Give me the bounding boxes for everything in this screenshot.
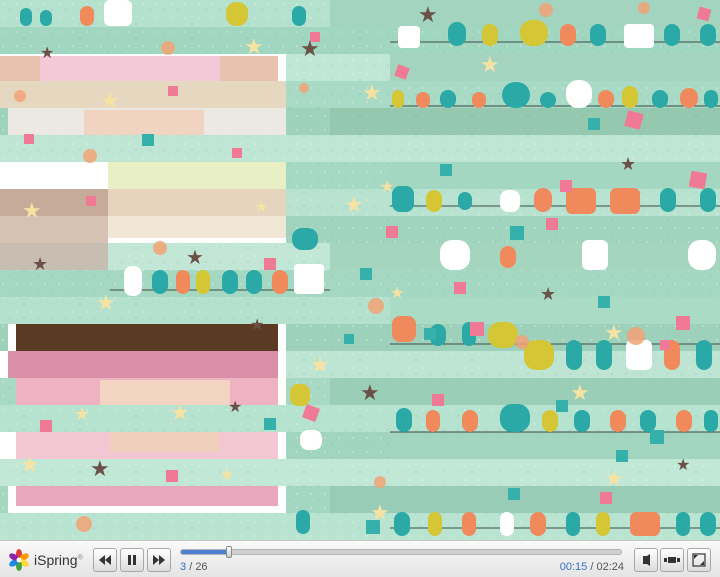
svg-text:★: ★: [540, 284, 556, 305]
svg-text:★: ★: [250, 315, 264, 334]
slide-current: 3: [180, 561, 187, 573]
volume-icon: [643, 554, 650, 566]
seek-bar-progress: [181, 550, 230, 554]
svg-text:★: ★: [362, 81, 382, 106]
svg-text:★: ★: [676, 455, 690, 474]
svg-text:★: ★: [390, 283, 404, 302]
player-control-bar: iSpring® 3 / 26 00:15 / 02:24: [0, 540, 720, 577]
svg-text:★: ★: [310, 353, 330, 378]
svg-text:★: ★: [570, 381, 590, 406]
fullscreen-button[interactable]: [687, 548, 711, 572]
slide-total: 26: [195, 561, 208, 573]
svg-text:★: ★: [604, 467, 624, 492]
next-slide-button[interactable]: [147, 548, 171, 572]
ispring-logo: iSpring®: [8, 549, 83, 571]
slide-separator: /: [189, 561, 193, 573]
brand-name: iSpring®: [34, 552, 83, 568]
slide-counter: 3 / 26: [180, 561, 208, 573]
svg-text:★: ★: [32, 254, 48, 275]
svg-text:★: ★: [170, 401, 190, 426]
svg-text:★: ★: [40, 43, 54, 62]
ispring-flower-icon: [9, 549, 29, 571]
svg-text:★: ★: [604, 321, 624, 346]
slide-stage: ★ ★ ★ ★ ★ ★ ★ ★ ★ ★ ★ ★ ★ ★ ★ ★ ★ ★ ★ ★ …: [0, 0, 720, 540]
pause-button[interactable]: [120, 548, 144, 572]
svg-text:★: ★: [418, 3, 438, 28]
svg-text:★: ★: [20, 453, 40, 478]
svg-text:★: ★: [370, 501, 390, 526]
svg-text:★: ★: [300, 37, 320, 62]
svg-text:★: ★: [186, 245, 204, 269]
pause-icon: [128, 555, 136, 565]
time-elapsed: 00:15: [559, 561, 588, 573]
seek-bar[interactable]: [180, 546, 622, 558]
layout-icon: [664, 557, 680, 563]
svg-text:★: ★: [254, 197, 268, 216]
svg-text:★: ★: [22, 199, 42, 224]
svg-text:★: ★: [380, 177, 394, 196]
brand-mark: ®: [77, 554, 83, 562]
volume-button[interactable]: [634, 548, 658, 572]
svg-text:★: ★: [344, 193, 364, 218]
brand-text: iSpring: [34, 552, 78, 568]
seek-bar-thumb[interactable]: [226, 546, 233, 558]
rewind-icon: [99, 555, 111, 565]
svg-text:★: ★: [220, 465, 234, 484]
svg-text:★: ★: [620, 154, 636, 175]
svg-text:★: ★: [244, 35, 264, 60]
svg-text:★: ★: [360, 381, 380, 406]
layout-button[interactable]: [660, 548, 684, 572]
previous-slide-button[interactable]: [93, 548, 117, 572]
fullscreen-icon: [692, 553, 706, 567]
svg-text:★: ★: [96, 291, 116, 316]
svg-text:★: ★: [100, 89, 120, 114]
photo-baby-top: [0, 54, 286, 270]
slide-transition-artwork: ★ ★ ★ ★ ★ ★ ★ ★ ★ ★ ★ ★ ★ ★ ★ ★ ★ ★ ★ ★ …: [0, 0, 720, 540]
svg-text:★: ★: [480, 53, 500, 78]
svg-text:★: ★: [74, 404, 90, 425]
fast-forward-icon: [153, 555, 165, 565]
time-separator: /: [590, 561, 594, 573]
svg-text:★: ★: [90, 457, 110, 482]
time-display: 00:15 / 02:24: [560, 561, 624, 573]
time-total: 02:24: [596, 561, 624, 573]
svg-text:★: ★: [228, 397, 242, 416]
